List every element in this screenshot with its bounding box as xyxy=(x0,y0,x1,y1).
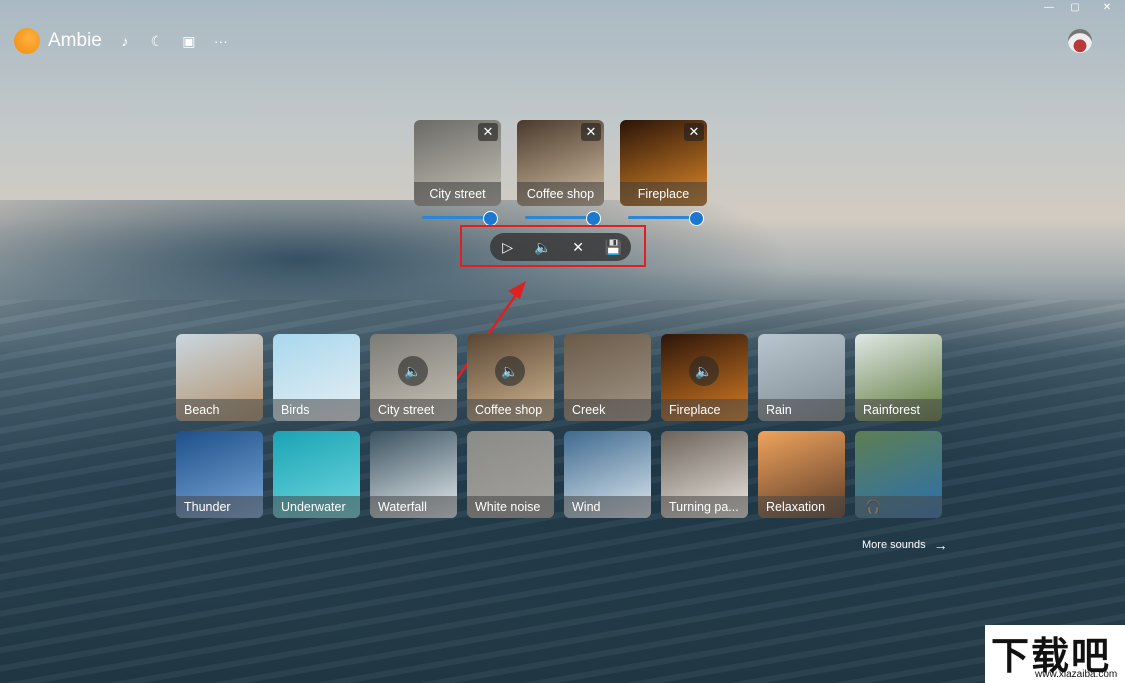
play-icon[interactable]: ▷ xyxy=(496,239,520,256)
sound-tile[interactable]: Rainforest xyxy=(855,334,942,421)
sound-tile[interactable]: Beach xyxy=(176,334,263,421)
headphones-icon: 🎧 xyxy=(865,499,882,514)
sound-tile[interactable]: Underwater xyxy=(273,431,360,518)
active-sound-label: Fireplace xyxy=(620,182,707,206)
app-name: Ambie xyxy=(48,30,102,51)
sound-tile[interactable]: 🔈 Coffee shop xyxy=(467,334,554,421)
more-sounds-label: More sounds xyxy=(862,539,926,551)
app-bar: Ambie ♪ ☾ ▣ ··· xyxy=(14,26,230,56)
sound-tile-label: Rainforest xyxy=(855,399,942,421)
sound-tile-label: Rain xyxy=(758,399,845,421)
slider-thumb[interactable] xyxy=(483,211,498,226)
arrow-right-icon: → xyxy=(933,537,948,553)
volume-icon[interactable]: 🔈 xyxy=(531,239,555,256)
close-window-button[interactable]: ✕ xyxy=(1092,0,1122,16)
volume-slider[interactable] xyxy=(525,211,601,226)
sound-tile[interactable]: Creek xyxy=(564,334,651,421)
sound-tile-label: Turning pa... xyxy=(661,496,748,518)
sound-tile-label: Waterfall xyxy=(370,496,457,518)
sound-tile[interactable]: Waterfall xyxy=(370,431,457,518)
active-sound-thumbnail: ✕ Fireplace xyxy=(620,120,707,206)
sound-tile-label: Birds xyxy=(273,399,360,421)
volume-slider[interactable] xyxy=(422,211,498,226)
sound-tile-label: Creek xyxy=(564,399,651,421)
speaker-icon: 🔈 xyxy=(495,356,525,386)
sound-grid: Beach Birds 🔈 City street 🔈 Coffee shop Creek 🔈… xyxy=(176,334,942,518)
sound-tile-label: Fireplace xyxy=(661,399,748,421)
more-sounds-link[interactable]: More sounds → xyxy=(862,537,948,553)
sound-tile[interactable]: Relaxation xyxy=(758,431,845,518)
active-sound-card[interactable]: ✕ Coffee shop xyxy=(517,120,604,226)
ambie-logo-icon xyxy=(14,28,40,54)
moon-icon[interactable]: ☾ xyxy=(148,33,166,50)
active-sound-card[interactable]: ✕ City street xyxy=(414,120,501,226)
sound-tile[interactable]: 🔈 City street xyxy=(370,334,457,421)
close-icon[interactable]: ✕ xyxy=(478,123,498,141)
sound-tile-label: City street xyxy=(370,399,457,421)
playback-controls: ▷ 🔈 ✕ 💾 xyxy=(490,233,631,261)
speaker-icon: 🔈 xyxy=(398,356,428,386)
active-sound-thumbnail: ✕ Coffee shop xyxy=(517,120,604,206)
avatar[interactable] xyxy=(1068,29,1092,53)
sound-tile-label: Underwater xyxy=(273,496,360,518)
sound-tile[interactable]: Turning pa... xyxy=(661,431,748,518)
clear-icon[interactable]: ✕ xyxy=(566,239,590,256)
sound-tile-label: Thunder xyxy=(176,496,263,518)
close-icon[interactable]: ✕ xyxy=(581,123,601,141)
watermark-sub: www.xiazaiba.com xyxy=(1035,669,1118,680)
display-icon[interactable]: ▣ xyxy=(180,33,198,50)
sound-tile[interactable]: Birds xyxy=(273,334,360,421)
active-sounds: ✕ City street ✕ Coffee shop ✕ Fireplace xyxy=(414,120,707,226)
sound-tile[interactable]: Rain xyxy=(758,334,845,421)
active-sound-thumbnail: ✕ City street xyxy=(414,120,501,206)
sound-tile-label: Wind xyxy=(564,496,651,518)
active-sound-label: Coffee shop xyxy=(517,182,604,206)
sound-tile[interactable]: White noise xyxy=(467,431,554,518)
sound-tile[interactable]: 🔈 Fireplace xyxy=(661,334,748,421)
speaker-icon: 🔈 xyxy=(689,356,719,386)
sound-tile[interactable]: Thunder xyxy=(176,431,263,518)
sound-tile-label: Relaxation xyxy=(758,496,845,518)
save-icon[interactable]: 💾 xyxy=(601,239,625,256)
title-bar: — ▢ ✕ xyxy=(0,0,1125,20)
volume-slider[interactable] xyxy=(628,211,704,226)
music-note-icon[interactable]: ♪ xyxy=(116,33,134,49)
active-sound-card[interactable]: ✕ Fireplace xyxy=(620,120,707,226)
watermark: 下载吧 www.xiazaiba.com xyxy=(985,625,1125,683)
slider-thumb[interactable] xyxy=(586,211,601,226)
more-icon[interactable]: ··· xyxy=(212,33,230,49)
active-sound-label: City street xyxy=(414,182,501,206)
slider-thumb[interactable] xyxy=(689,211,704,226)
maximize-button[interactable]: ▢ xyxy=(1060,0,1090,16)
sound-tile-label: Coffee shop xyxy=(467,399,554,421)
sound-tile[interactable]: Wind xyxy=(564,431,651,518)
close-icon[interactable]: ✕ xyxy=(684,123,704,141)
sound-tile[interactable]: 🎧 xyxy=(855,431,942,518)
sound-tile-label: Beach xyxy=(176,399,263,421)
sound-tile-label: White noise xyxy=(467,496,554,518)
